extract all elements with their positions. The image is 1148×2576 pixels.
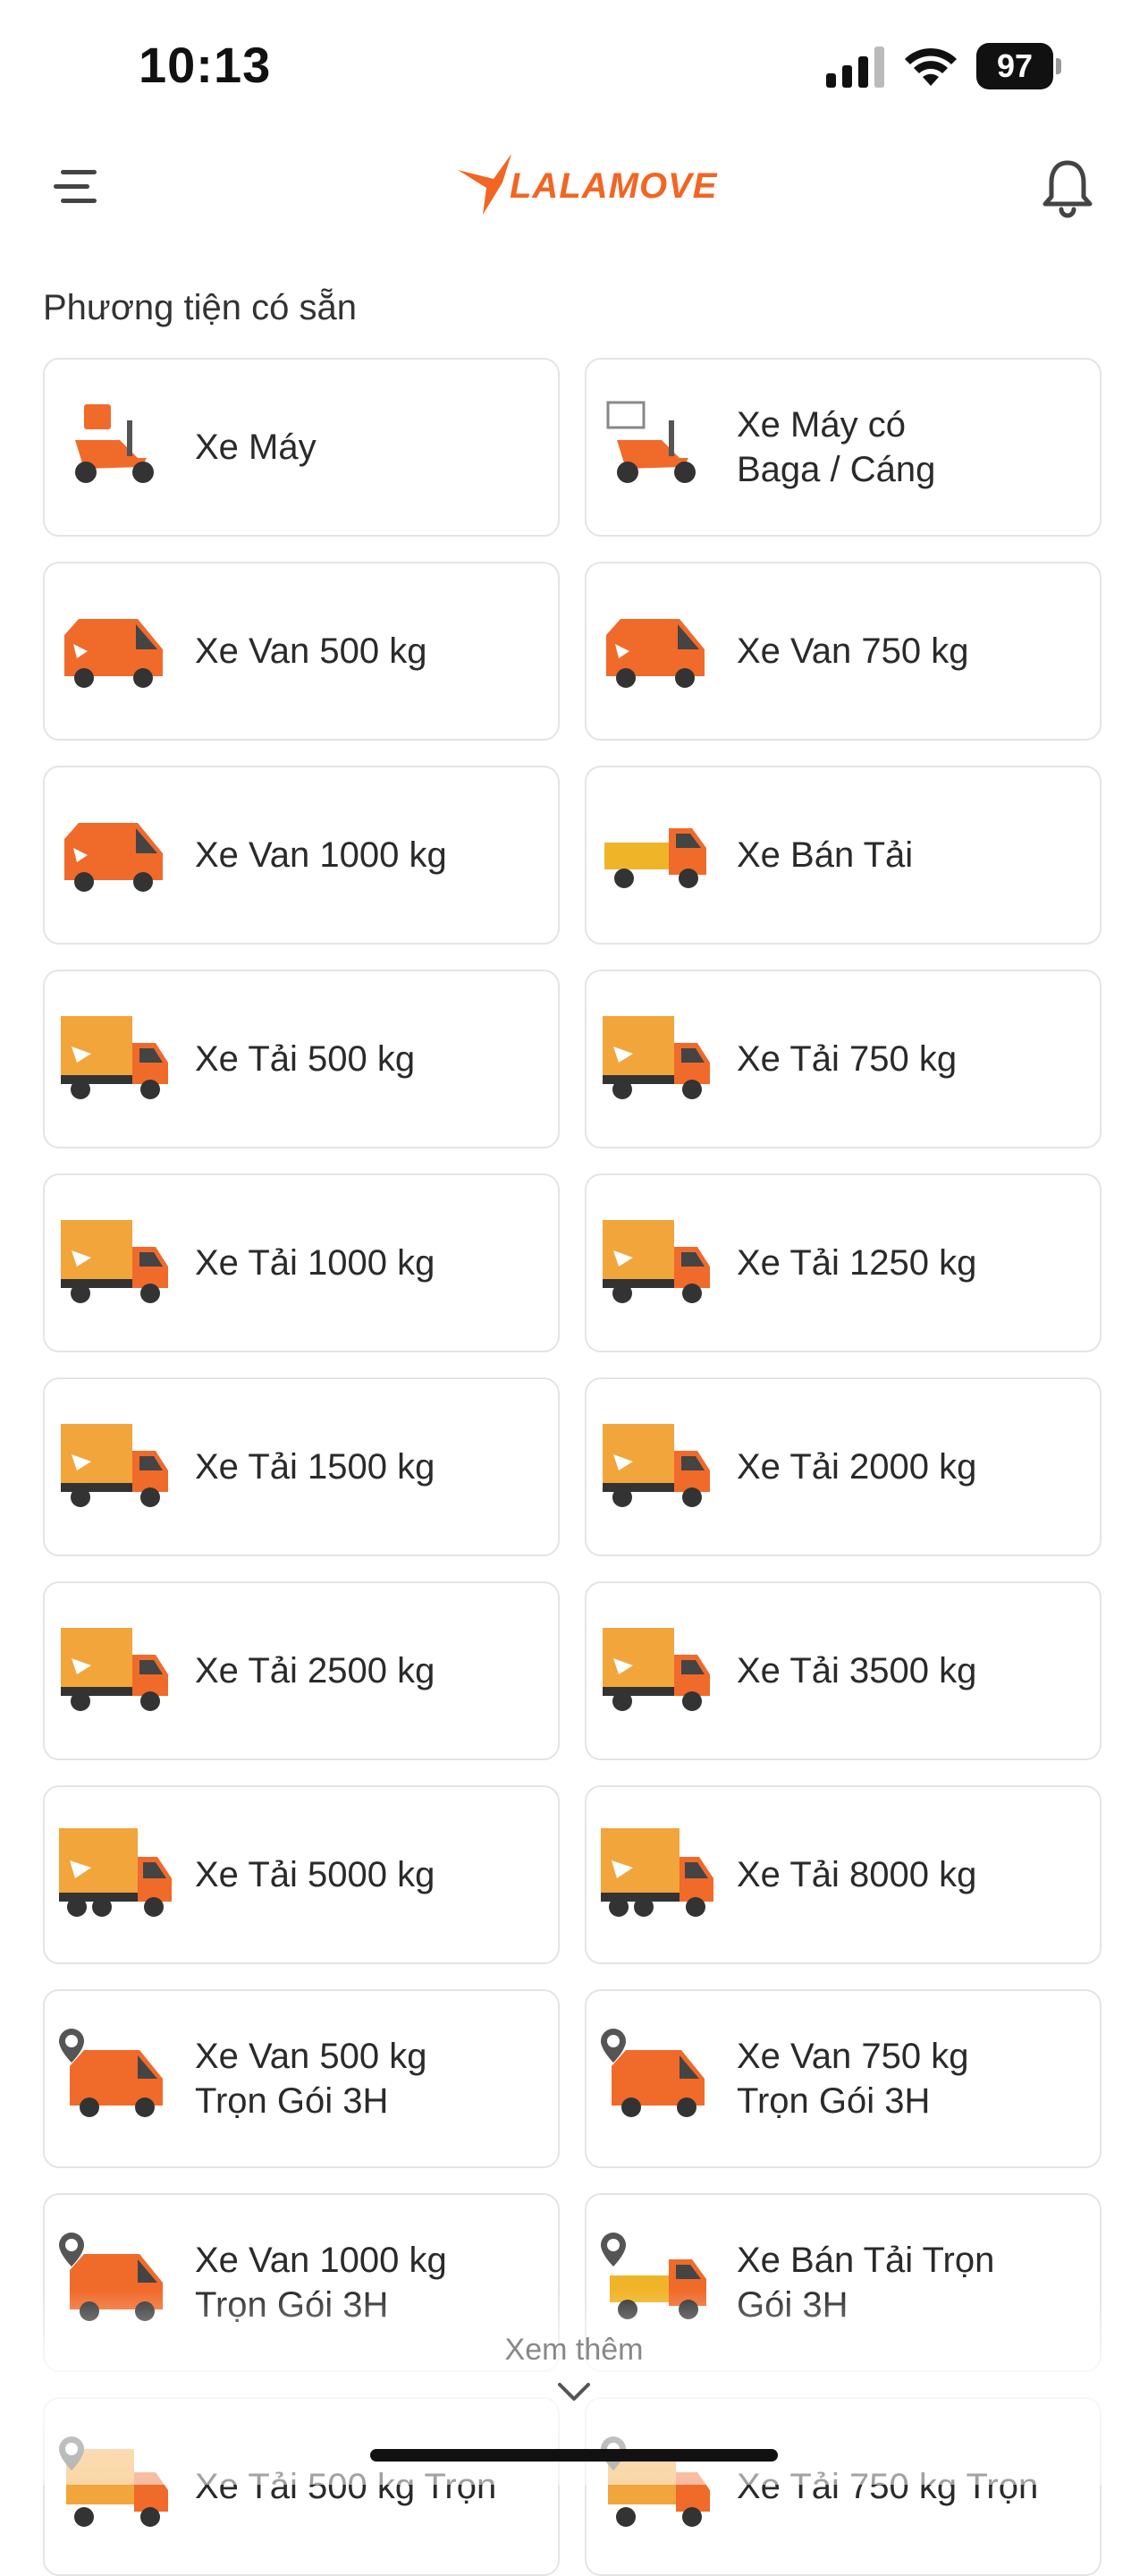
vehicle-card[interactable]: Xe Tải 2500 kg [43,1581,560,1760]
box-truck-icon [57,1007,173,1114]
vehicle-label: Xe Tải 1250 kg [737,1243,977,1283]
vehicle-label: Xe Van 750 kg Trọn Gói 3H [737,2037,969,2121]
vehicle-card[interactable]: Xe Tải 1500 kg [43,1377,560,1556]
section-title: Phương tiện có sẵn [43,288,357,327]
notification-bell-icon[interactable] [1039,157,1096,220]
box-truck-icon [57,1415,173,1522]
van-timed-icon [57,2231,173,2338]
vehicle-label: Xe Tải 3500 kg [737,1651,977,1690]
cellular-signal-icon [826,47,884,88]
vehicle-card[interactable]: Xe Tải 5000 kg [43,1785,560,1964]
lalamove-logo: LALAMOVE [456,152,716,224]
van-icon [599,599,715,707]
chevron-down-icon[interactable] [556,2381,592,2402]
vehicle-card[interactable]: Xe Bán Tải [585,766,1102,945]
scooter-icon [57,395,173,503]
battery-level: 97 [996,47,1034,84]
vehicle-card[interactable]: Xe Van 1000 kg [43,766,560,945]
vehicle-label: Xe Tải 2500 kg [195,1651,435,1690]
vehicle-card[interactable]: Xe Tải 8000 kg [585,1785,1102,1964]
vehicle-label: Xe Tải 5000 kg [195,1855,435,1894]
scooter-rack-icon [599,395,715,503]
menu-line [61,170,97,174]
vehicle-label: Xe Tải 500 kg Trọn [195,2467,497,2506]
box-truck-icon [599,1619,715,1726]
vehicle-card[interactable]: Xe Máy có Baga / Cáng [585,358,1102,537]
van-icon [57,599,173,707]
vehicle-label: Xe Tải 1000 kg [195,1243,435,1283]
vehicle-card[interactable]: Xe Máy [43,358,560,537]
vehicle-label: Xe Máy có Baga / Cáng [737,405,936,489]
vehicle-card[interactable]: Xe Tải 3500 kg [585,1581,1102,1760]
wifi-icon [905,47,957,86]
vehicle-label: Xe Tải 750 kg Trọn [737,2467,1039,2506]
vehicle-label: Xe Tải 750 kg [737,1039,958,1079]
vehicle-label: Xe Van 750 kg [737,631,969,671]
home-indicator [370,2449,778,2462]
vehicle-card[interactable]: Xe Tải 500 kg Trọn [43,2397,560,2576]
vehicle-label: Xe Van 1000 kg [195,835,447,875]
vehicle-card[interactable]: Xe Tải 1250 kg [585,1174,1102,1352]
box-truck-icon [57,1619,173,1726]
van-timed-icon [57,2027,173,2134]
vehicle-label: Xe Tải 1500 kg [195,1447,435,1487]
vehicle-card[interactable]: Xe Tải 750 kg [585,970,1102,1148]
van-timed-icon [599,2027,715,2134]
vehicle-card[interactable]: Xe Van 500 kg Trọn Gói 3H [43,1989,560,2168]
vehicle-label: Xe Bán Tải [737,835,914,875]
vehicle-card[interactable]: Xe Tải 2000 kg [585,1377,1102,1556]
vehicle-card[interactable]: Xe Van 750 kg Trọn Gói 3H [585,1989,1102,2168]
box-truck-icon [599,1415,715,1522]
vehicle-label: Xe Tải 8000 kg [737,1855,977,1894]
pickup-timed-icon [599,2231,715,2338]
battery-icon: 97 [976,43,1062,89]
menu-line [61,199,97,203]
big-box-truck-icon [599,1823,715,1930]
app-header: LALAMOVE [0,134,1148,242]
vehicle-label: Xe Van 500 kg Trọn Gói 3H [195,2037,427,2121]
status-time: 10:13 [139,37,272,93]
big-box-truck-icon [57,1823,173,1930]
status-bar: 10:13 97 [0,0,1148,125]
vehicle-label: Xe Tải 2000 kg [737,1447,977,1487]
menu-button[interactable] [54,163,102,211]
menu-line [54,184,89,189]
pickup-truck-icon [599,803,715,911]
vehicle-label: Xe Máy [195,428,317,467]
see-more-button[interactable]: Xem thêm [0,2333,1148,2368]
truck-timed-icon [57,2435,173,2542]
box-truck-icon [599,1007,715,1114]
vehicle-card[interactable]: Xe Tải 750 kg Trọn [585,2397,1102,2576]
vehicle-card[interactable]: Xe Tải 1000 kg [43,1174,560,1352]
logo-text: LALAMOVE [510,166,718,206]
vehicle-card[interactable]: Xe Van 750 kg [585,562,1102,741]
vehicle-card[interactable]: Xe Van 500 kg [43,562,560,741]
box-truck-icon [57,1211,173,1318]
vehicle-label: Xe Van 500 kg [195,631,427,671]
van-icon [57,803,173,911]
vehicle-label: Xe Tải 500 kg [195,1039,416,1079]
vehicle-card[interactable]: Xe Tải 500 kg [43,970,560,1148]
box-truck-icon [599,1211,715,1318]
